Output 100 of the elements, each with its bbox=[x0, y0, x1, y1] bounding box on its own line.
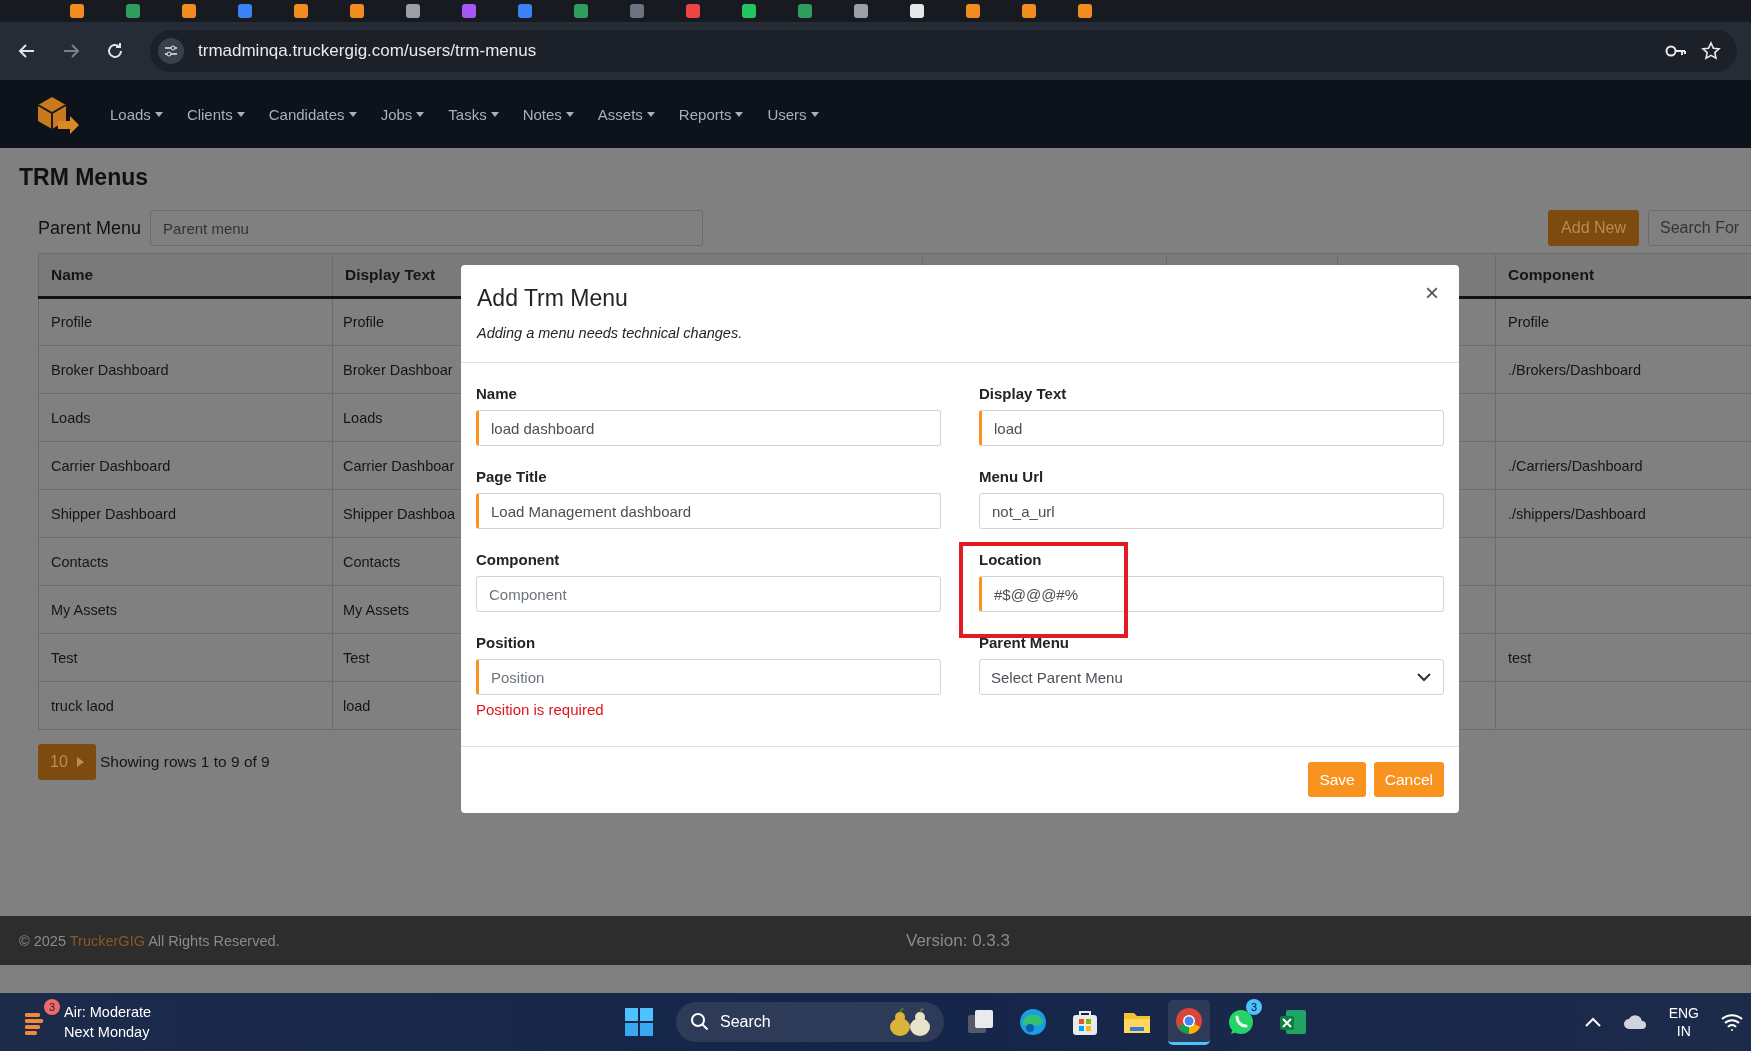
table-cell: ./shippers/Dashboard bbox=[1508, 505, 1646, 522]
caret-icon bbox=[735, 111, 744, 117]
caret-icon bbox=[154, 111, 163, 117]
tab-icon[interactable] bbox=[686, 4, 700, 18]
chevron-up-icon[interactable] bbox=[1584, 1017, 1601, 1027]
nav-menu-item[interactable]: Notes bbox=[522, 105, 574, 123]
caret-icon bbox=[348, 111, 357, 117]
column-header[interactable]: Name bbox=[38, 253, 333, 298]
caret-icon bbox=[565, 111, 574, 117]
input-field[interactable]: load bbox=[979, 410, 1444, 446]
input-field[interactable]: not_a_url bbox=[979, 493, 1444, 529]
weather-subtitle: Next Monday bbox=[64, 1023, 151, 1042]
table-cell: Profile bbox=[1508, 314, 1550, 330]
dropdown-field[interactable]: Select Parent Menu bbox=[979, 659, 1444, 695]
site-info-icon[interactable] bbox=[158, 38, 184, 64]
caret-icon bbox=[646, 111, 655, 117]
tab-icon[interactable] bbox=[70, 4, 84, 18]
taskbar-search-field[interactable]: Search bbox=[676, 1002, 944, 1042]
notification-badge: 3 bbox=[44, 999, 60, 1015]
table-cell: My Assets bbox=[51, 601, 118, 618]
tab-icon[interactable] bbox=[350, 4, 364, 18]
input-field[interactable]: #$@@@#% bbox=[979, 576, 1444, 612]
field-label: Page Title bbox=[476, 467, 547, 487]
column-header[interactable]: Component bbox=[1495, 253, 1751, 298]
table-cell: My Assets bbox=[343, 601, 410, 618]
spreadsheet-app-icon[interactable] bbox=[1278, 1007, 1308, 1037]
input-field[interactable]: Position bbox=[476, 659, 941, 695]
input-field[interactable]: Load Management dashboard bbox=[476, 493, 941, 529]
key-icon[interactable] bbox=[1665, 44, 1687, 58]
tab-icon[interactable] bbox=[182, 4, 196, 18]
table-cell: ./Brokers/Dashboard bbox=[1508, 361, 1641, 378]
tab-icon[interactable] bbox=[854, 4, 868, 18]
parent-menu-field[interactable]: Parent menu bbox=[150, 210, 704, 246]
url-text: trmadminqa.truckergig.com/users/trm-menus bbox=[198, 41, 537, 61]
close-button[interactable]: × bbox=[1421, 279, 1443, 307]
search-icon bbox=[690, 1012, 710, 1032]
edge-browser-icon[interactable] bbox=[1018, 1007, 1048, 1037]
table-cell: Test bbox=[51, 649, 78, 666]
tab-icon[interactable] bbox=[462, 4, 476, 18]
parent-menu-label: Parent Menu bbox=[38, 217, 142, 239]
error-message: Position is required bbox=[476, 701, 605, 718]
windows-start-icon[interactable] bbox=[624, 1007, 654, 1037]
nav-menu-item[interactable]: Candidates bbox=[268, 105, 357, 123]
field-label: Name bbox=[476, 384, 517, 404]
tab-icon[interactable] bbox=[966, 4, 980, 18]
table-cell: Shipper Dashboa bbox=[343, 505, 456, 522]
caret-icon bbox=[416, 111, 425, 117]
field-label: Location bbox=[979, 550, 1042, 570]
address-bar[interactable]: trmadminqa.truckergig.com/users/trm-menus bbox=[150, 30, 1737, 72]
input-field[interactable]: Component bbox=[476, 576, 941, 612]
tab-icon[interactable] bbox=[1022, 4, 1036, 18]
table-cell: Carrier Dashboard bbox=[51, 457, 171, 474]
language-text[interactable]: ENG bbox=[1668, 1004, 1699, 1022]
tab-icon[interactable] bbox=[910, 4, 924, 18]
table-cell: Profile bbox=[51, 314, 93, 330]
field-label: Position bbox=[476, 633, 536, 653]
table-cell: load bbox=[343, 697, 371, 714]
tab-icon[interactable] bbox=[406, 4, 420, 18]
forward-icon[interactable] bbox=[62, 42, 80, 60]
search-field[interactable]: Search For bbox=[1648, 210, 1751, 246]
nav-menu-item[interactable]: Users bbox=[767, 105, 819, 123]
input-field[interactable]: load dashboard bbox=[476, 410, 941, 446]
back-icon[interactable] bbox=[18, 42, 36, 60]
table-cell: Test bbox=[343, 649, 370, 666]
table-cell: Loads bbox=[343, 409, 383, 426]
chevron-down-icon bbox=[1417, 672, 1431, 682]
field-label: Parent Menu bbox=[979, 633, 1069, 653]
nav-menu-item[interactable]: Assets bbox=[597, 105, 655, 123]
tab-icon[interactable] bbox=[238, 4, 252, 18]
field-label: Component bbox=[476, 550, 560, 570]
region-text[interactable]: IN bbox=[1676, 1022, 1691, 1040]
star-icon[interactable] bbox=[1701, 41, 1721, 61]
tab-icon[interactable] bbox=[798, 4, 812, 18]
pagination-summary: Showing rows 1 to 9 of 9 bbox=[100, 753, 270, 771]
table-cell: Shipper Dashboard bbox=[51, 505, 176, 522]
tab-icon[interactable] bbox=[294, 4, 308, 18]
caret-icon bbox=[490, 111, 499, 117]
table-cell: Profile bbox=[343, 314, 385, 330]
tab-icon[interactable] bbox=[742, 4, 756, 18]
table-cell: Broker Dashboard bbox=[51, 361, 169, 378]
cloud-icon[interactable] bbox=[1622, 1014, 1647, 1030]
version-text: Version: 0.3.3 bbox=[906, 930, 1010, 951]
nav-menu-item[interactable]: Jobs bbox=[380, 105, 425, 123]
page-title: TRM Menus bbox=[19, 164, 150, 191]
chrome-browser-icon[interactable] bbox=[1174, 1005, 1204, 1036]
caret-icon bbox=[810, 111, 819, 117]
reload-icon[interactable] bbox=[106, 42, 124, 60]
nav-menu-item[interactable]: Clients bbox=[186, 105, 245, 123]
nav-menu-item[interactable]: Tasks bbox=[448, 105, 499, 123]
notification-badge: 3 bbox=[1246, 999, 1262, 1015]
nav-menu-item[interactable]: Loads bbox=[110, 105, 163, 123]
copyright-text: © 2025 TruckerGIG All Rights Reserved. bbox=[19, 932, 280, 949]
tab-icon[interactable] bbox=[518, 4, 532, 18]
tab-icon[interactable] bbox=[126, 4, 140, 18]
tab-icon[interactable] bbox=[1078, 4, 1092, 18]
table-cell: Broker Dashboar bbox=[343, 361, 453, 378]
table-cell: truck laod bbox=[51, 697, 114, 714]
tab-icon[interactable] bbox=[574, 4, 588, 18]
nav-menu-item[interactable]: Reports bbox=[678, 105, 744, 123]
wifi-icon[interactable] bbox=[1721, 1013, 1743, 1031]
